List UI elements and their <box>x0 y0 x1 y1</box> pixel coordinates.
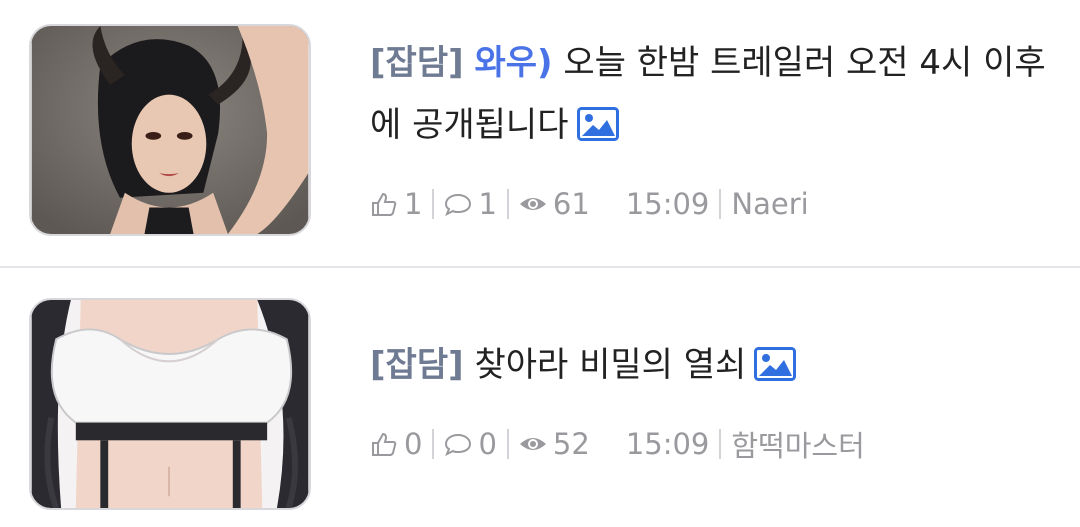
post-category: [잡담] <box>370 345 464 385</box>
post-item[interactable]: [잡담] 찾아라 비밀의 열쇠 0 0 52 15:09 함떡마스터 <box>0 268 1080 527</box>
comment-count: 1 <box>444 187 497 221</box>
post-thumbnail[interactable] <box>29 24 311 236</box>
speech-bubble-icon <box>444 190 472 218</box>
meta-separator <box>719 429 722 459</box>
eye-icon <box>519 190 547 218</box>
post-title-text: 찾아라 비밀의 열쇠 <box>463 345 747 385</box>
thumbnail-image <box>31 26 309 234</box>
post-title[interactable]: [잡담] 찾아라 비밀의 열쇠 <box>370 334 1050 396</box>
post-item[interactable]: [잡담] 와우) 오늘 한밤 트레일러 오전 4시 이후에 공개됩니다 1 1 … <box>0 0 1080 267</box>
meta-separator <box>506 429 509 459</box>
post-time: 15:09 <box>625 427 710 461</box>
meta-separator <box>719 189 722 219</box>
comment-count: 0 <box>444 427 497 461</box>
like-count: 0 <box>370 427 422 461</box>
post-time: 15:09 <box>625 187 710 221</box>
meta-separator <box>506 189 509 219</box>
post-title-text: 오늘 한밤 트레일러 오전 4시 이후에 공개됩니다 <box>370 43 1046 145</box>
post-author[interactable]: 함떡마스터 <box>731 423 864 465</box>
thumbs-up-icon <box>370 430 398 458</box>
meta-separator <box>432 189 435 219</box>
post-title[interactable]: [잡담] 와우) 오늘 한밤 트레일러 오전 4시 이후에 공개됩니다 <box>370 32 1050 156</box>
post-author[interactable]: Naeri <box>731 187 808 221</box>
thumbs-up-icon <box>370 190 398 218</box>
post-meta: 1 1 61 15:09 Naeri <box>370 184 809 224</box>
post-category: [잡담] <box>370 43 464 83</box>
post-meta: 0 0 52 15:09 함떡마스터 <box>370 424 865 464</box>
view-count: 52 <box>519 427 590 461</box>
like-count: 1 <box>370 187 422 221</box>
post-prefix: 와우) <box>474 43 553 83</box>
meta-separator <box>432 429 435 459</box>
view-count: 61 <box>519 187 590 221</box>
post-thumbnail[interactable] <box>29 298 311 510</box>
speech-bubble-icon <box>444 430 472 458</box>
image-attachment-icon <box>754 347 797 381</box>
thumbnail-image <box>31 300 309 508</box>
image-attachment-icon <box>576 107 619 141</box>
eye-icon <box>519 430 547 458</box>
